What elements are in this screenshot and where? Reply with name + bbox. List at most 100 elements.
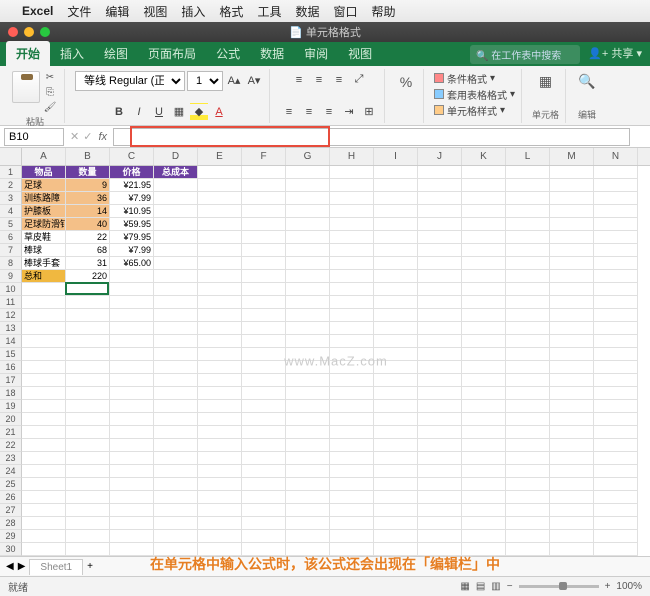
cell-F6[interactable] xyxy=(242,231,286,244)
cell-H13[interactable] xyxy=(330,322,374,335)
tab-review[interactable]: 审阅 xyxy=(294,41,338,66)
cell-B15[interactable] xyxy=(66,348,110,361)
cell-E13[interactable] xyxy=(198,322,242,335)
cell-G7[interactable] xyxy=(286,244,330,257)
row-header-21[interactable]: 21 xyxy=(0,426,22,439)
cell-F10[interactable] xyxy=(242,283,286,296)
cell-H5[interactable] xyxy=(330,218,374,231)
cell-B26[interactable] xyxy=(66,491,110,504)
cell-G22[interactable] xyxy=(286,439,330,452)
cell-A10[interactable] xyxy=(22,283,66,296)
row-header-30[interactable]: 30 xyxy=(0,543,22,556)
cell-K12[interactable] xyxy=(462,309,506,322)
cell-I29[interactable] xyxy=(374,530,418,543)
cell-C15[interactable] xyxy=(110,348,154,361)
cell-G9[interactable] xyxy=(286,270,330,283)
cell-L23[interactable] xyxy=(506,452,550,465)
align-middle-button[interactable]: ≡ xyxy=(310,71,328,89)
cell-A7[interactable]: 棒球 xyxy=(22,244,66,257)
cell-D28[interactable] xyxy=(154,517,198,530)
cell-C25[interactable] xyxy=(110,478,154,491)
cell-I10[interactable] xyxy=(374,283,418,296)
cell-M9[interactable] xyxy=(550,270,594,283)
cell-H15[interactable] xyxy=(330,348,374,361)
col-header-A[interactable]: A xyxy=(22,148,66,165)
cell-G27[interactable] xyxy=(286,504,330,517)
cell-E10[interactable] xyxy=(198,283,242,296)
cell-I13[interactable] xyxy=(374,322,418,335)
cell-L27[interactable] xyxy=(506,504,550,517)
cell-N22[interactable] xyxy=(594,439,638,452)
cell-C1[interactable]: 价格 xyxy=(110,166,154,179)
cell-A26[interactable] xyxy=(22,491,66,504)
cell-A1[interactable]: 物品 xyxy=(22,166,66,179)
cell-B28[interactable] xyxy=(66,517,110,530)
cell-I2[interactable] xyxy=(374,179,418,192)
menu-file[interactable]: 文件 xyxy=(67,3,91,20)
cell-C22[interactable] xyxy=(110,439,154,452)
cell-I25[interactable] xyxy=(374,478,418,491)
cell-M21[interactable] xyxy=(550,426,594,439)
row-header-16[interactable]: 16 xyxy=(0,361,22,374)
cell-B18[interactable] xyxy=(66,387,110,400)
cell-J21[interactable] xyxy=(418,426,462,439)
increase-font-button[interactable]: A▴ xyxy=(225,72,243,90)
cell-A14[interactable] xyxy=(22,335,66,348)
cell-C18[interactable] xyxy=(110,387,154,400)
cell-G15[interactable] xyxy=(286,348,330,361)
cell-D6[interactable] xyxy=(154,231,198,244)
row-header-2[interactable]: 2 xyxy=(0,179,22,192)
insert-cells-button[interactable]: ▦ xyxy=(535,71,557,93)
cell-C30[interactable] xyxy=(110,543,154,556)
cell-I7[interactable] xyxy=(374,244,418,257)
cell-M2[interactable] xyxy=(550,179,594,192)
cell-N27[interactable] xyxy=(594,504,638,517)
cell-L5[interactable] xyxy=(506,218,550,231)
row-header-13[interactable]: 13 xyxy=(0,322,22,335)
cell-D14[interactable] xyxy=(154,335,198,348)
cell-G2[interactable] xyxy=(286,179,330,192)
cell-K23[interactable] xyxy=(462,452,506,465)
cell-K2[interactable] xyxy=(462,179,506,192)
view-layout-icon[interactable]: ▤ xyxy=(476,581,485,592)
font-size-select[interactable]: 12 xyxy=(187,71,223,91)
cell-E6[interactable] xyxy=(198,231,242,244)
tab-formulas[interactable]: 公式 xyxy=(206,41,250,66)
cell-N18[interactable] xyxy=(594,387,638,400)
cell-K4[interactable] xyxy=(462,205,506,218)
cell-H6[interactable] xyxy=(330,231,374,244)
close-icon[interactable] xyxy=(8,27,18,37)
view-pagebreak-icon[interactable]: ▥ xyxy=(491,581,500,592)
cell-F23[interactable] xyxy=(242,452,286,465)
cell-H16[interactable] xyxy=(330,361,374,374)
cell-L15[interactable] xyxy=(506,348,550,361)
cell-K21[interactable] xyxy=(462,426,506,439)
name-box[interactable] xyxy=(4,128,64,146)
cell-F29[interactable] xyxy=(242,530,286,543)
cell-D13[interactable] xyxy=(154,322,198,335)
cell-A15[interactable] xyxy=(22,348,66,361)
cell-N9[interactable] xyxy=(594,270,638,283)
cell-E2[interactable] xyxy=(198,179,242,192)
cell-J7[interactable] xyxy=(418,244,462,257)
align-center-button[interactable]: ≡ xyxy=(300,103,318,121)
cell-F2[interactable] xyxy=(242,179,286,192)
cell-L13[interactable] xyxy=(506,322,550,335)
cell-I6[interactable] xyxy=(374,231,418,244)
maximize-icon[interactable] xyxy=(40,27,50,37)
cell-E20[interactable] xyxy=(198,413,242,426)
cell-M27[interactable] xyxy=(550,504,594,517)
cell-M6[interactable] xyxy=(550,231,594,244)
cell-J23[interactable] xyxy=(418,452,462,465)
cell-J29[interactable] xyxy=(418,530,462,543)
cell-N19[interactable] xyxy=(594,400,638,413)
cell-G6[interactable] xyxy=(286,231,330,244)
cell-B20[interactable] xyxy=(66,413,110,426)
cell-A2[interactable]: 足球 xyxy=(22,179,66,192)
cell-D3[interactable] xyxy=(154,192,198,205)
tab-home[interactable]: 开始 xyxy=(6,41,50,66)
cell-I17[interactable] xyxy=(374,374,418,387)
col-header-D[interactable]: D xyxy=(154,148,198,165)
cell-G12[interactable] xyxy=(286,309,330,322)
cell-M1[interactable] xyxy=(550,166,594,179)
